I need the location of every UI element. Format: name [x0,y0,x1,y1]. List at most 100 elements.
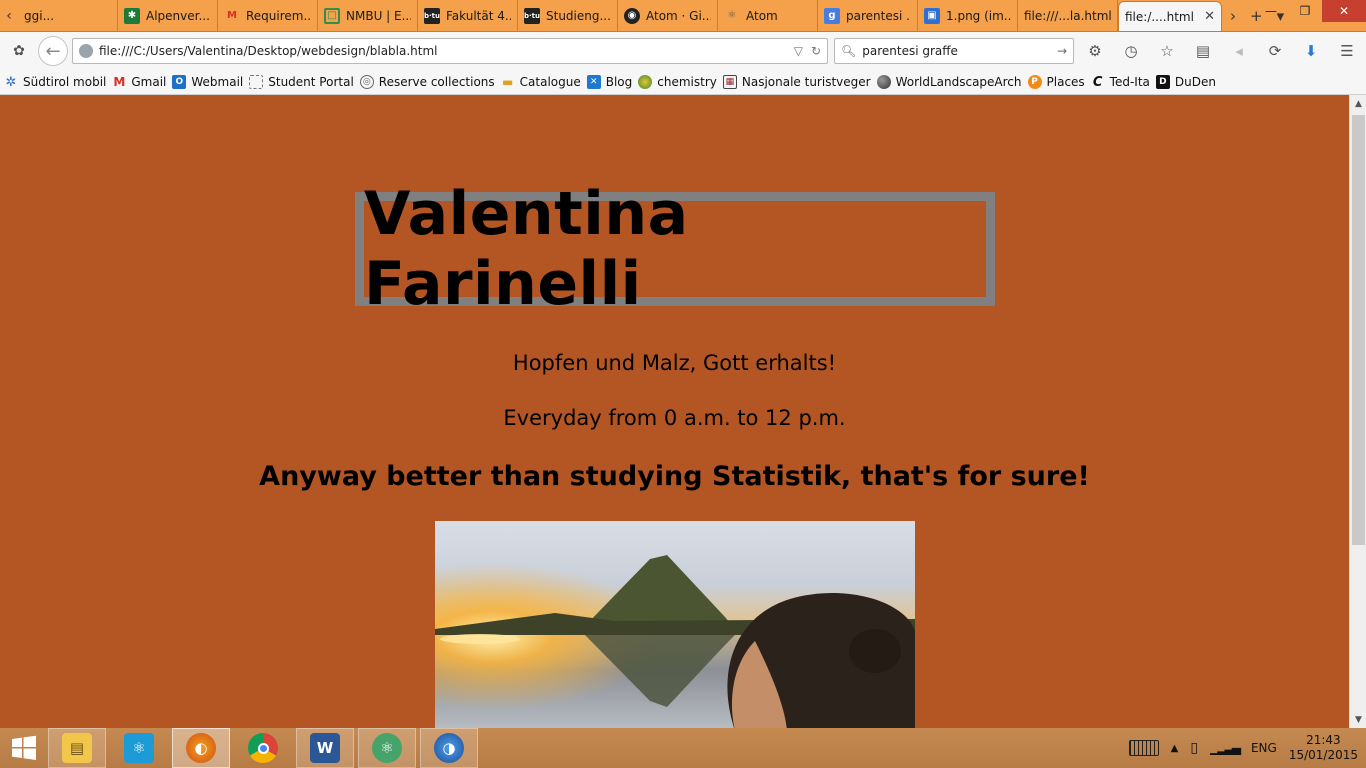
bookmark-worldlandscapearch[interactable]: WorldLandscapeArch [876,75,1022,89]
tray-expand-icon[interactable]: ▲ [1171,743,1179,754]
tab-0[interactable]: ggi... [18,0,118,31]
tab-label: ggi... [24,8,55,23]
gmail-icon: M [113,75,126,89]
grid-icon: ▦ [722,75,737,89]
search-go-arrow-icon[interactable]: → [1057,44,1067,58]
taskbar-word[interactable]: W [296,728,354,768]
google-icon: g [824,7,840,24]
tagline: Hopfen und Malz, Gott erhalts! [512,351,837,375]
scroll-down-icon[interactable]: ▼ [1350,711,1366,728]
tab-label: Atom · Gi... [646,8,711,23]
bookmark-webmail[interactable]: O Webmail [172,75,243,89]
file-explorer-icon: ▤ [62,733,92,763]
tab-4[interactable]: b·tu Fakultät 4... [418,0,518,31]
tab-2[interactable]: M Requirem... [218,0,318,31]
sphere-icon [876,75,891,89]
github-icon: ◉ [624,7,640,24]
search-bar[interactable]: 🔍︎ parentesi graffe → [834,38,1074,64]
seal-icon: ◎ [359,75,374,89]
search-icon: 🔍︎ [841,44,857,58]
headline: Anyway better than studying Statistik, t… [259,461,1090,492]
globe-icon [638,75,653,89]
tab-label: Atom [746,8,778,23]
gear-icon[interactable]: ⚙ [1084,40,1106,62]
chrome-icon [248,733,278,763]
search-input[interactable]: parentesi graffe [862,44,1057,58]
clock[interactable]: 21:43 15/01/2015 [1289,733,1358,763]
bookmark-reserve-collections[interactable]: ◎ Reserve collections [359,75,495,89]
reload-icon[interactable]: ↻ [811,44,821,58]
bookmark-label: Ted-Ita [1109,75,1150,89]
bookmark-label: Webmail [191,75,244,89]
bookmark-blog[interactable]: ✕ Blog [586,75,632,89]
clock-time: 21:43 [1306,733,1341,747]
addons-icon[interactable]: ✿ [6,38,32,64]
windows-taskbar: ▤ ⚛ ◐ W ⚛ ◑ ▲ ▯ ▁▂▃▄ ENG 21:43 15/01/201… [0,728,1366,768]
sync-icon[interactable]: ⟳ [1264,40,1286,62]
taskbar-firefox-dev[interactable]: ◑ [420,728,478,768]
gear-icon: ✲ [5,74,17,90]
nmbu-icon: □ [324,7,340,24]
url-dropdown-icon[interactable]: ▽ [794,44,803,58]
schedule-text: Everyday from 0 a.m. to 12 p.m. [503,406,846,430]
tab-7[interactable]: ⚛ Atom [718,0,818,31]
bookmark-catalogue[interactable]: ▬ Catalogue [501,75,581,89]
taskbar-chrome[interactable] [234,728,292,768]
language-indicator[interactable]: ENG [1251,741,1277,755]
close-tab-icon[interactable]: ✕ [1200,9,1215,24]
tab-label: file:/....html [1125,9,1194,24]
send-icon[interactable]: ◂ [1228,40,1250,62]
tab-scroll-right-icon[interactable]: › [1230,7,1236,25]
tab-1[interactable]: ✱ Alpenver... [118,0,218,31]
taskbar-atom-2[interactable]: ⚛ [358,728,416,768]
minimize-icon[interactable]: — [1254,0,1288,22]
bookmark-duden[interactable]: D DuDen [1155,75,1216,89]
reading-list-icon[interactable]: ▤ [1192,40,1214,62]
system-tray: ▲ ▯ ▁▂▃▄ ENG 21:43 15/01/2015 [1128,728,1366,768]
url-bar[interactable]: file:///C:/Users/Valentina/Desktop/webde… [72,38,828,64]
tab-3[interactable]: □ NMBU | E... [318,0,418,31]
tab-label: file:///...la.html [1024,8,1111,23]
page-scrollbar[interactable]: ▲ ▼ [1349,95,1366,728]
battery-icon[interactable]: ▯ [1190,740,1198,756]
bookmark-star-icon[interactable]: ☆ [1156,40,1178,62]
tab-label: Alpenver... [146,8,210,23]
touch-keyboard-icon[interactable] [1128,740,1159,756]
history-clock-icon[interactable]: ◷ [1120,40,1142,62]
bookmark-student-portal[interactable]: Student Portal [249,75,354,89]
bookmark-sudtirol-mobil[interactable]: ✲ Südtirol mobil [4,74,107,90]
bookmark-label: Südtirol mobil [23,75,107,89]
url-input[interactable]: file:///C:/Users/Valentina/Desktop/webde… [99,44,786,58]
word-icon: W [310,733,340,763]
start-button[interactable] [0,728,48,768]
back-arrow-icon[interactable]: ← [38,36,68,66]
taskbar-atom[interactable]: ⚛ [110,728,168,768]
firefox-icon: ◐ [186,733,216,763]
title-box: Valentina Farinelli [355,179,995,319]
tab-11-active[interactable]: file:/....html ✕ [1118,1,1222,31]
bookmark-gmail[interactable]: M Gmail [112,75,166,89]
tab-6[interactable]: ◉ Atom · Gi... [618,0,718,31]
tab-5[interactable]: b·tu Studieng... [518,0,618,31]
bookmark-nasjonale-turistveger[interactable]: ▦ Nasjonale turistveger [722,75,871,89]
tab-scroll-left-icon[interactable]: ‹ [0,0,18,31]
bookmark-label: Places [1046,75,1085,89]
window-controls: — ❐ ✕ [1254,0,1366,22]
tab-10[interactable]: file:///...la.html [1018,0,1118,31]
bookmark-places[interactable]: P Places [1027,75,1085,89]
taskbar-firefox[interactable]: ◐ [172,728,230,768]
taskbar-file-explorer[interactable]: ▤ [48,728,106,768]
window-close-icon[interactable]: ✕ [1322,0,1366,22]
scroll-up-icon[interactable]: ▲ [1350,95,1366,112]
menu-hamburger-icon[interactable]: ☰ [1336,40,1358,62]
tab-9[interactable]: ▣ 1.png (im... [918,0,1018,31]
tab-8[interactable]: g parentesi ... [818,0,918,31]
bookmark-ted-ita[interactable]: C Ted-Ita [1091,75,1150,90]
bookmark-label: chemistry [657,75,717,89]
scrollbar-thumb[interactable] [1352,115,1365,545]
bookmark-chemistry[interactable]: chemistry [638,75,717,89]
download-arrow-icon[interactable]: ⬇ [1300,40,1322,62]
restore-icon[interactable]: ❐ [1288,0,1322,22]
windows-logo-icon [12,735,36,760]
signal-icon[interactable]: ▁▂▃▄ [1210,741,1241,755]
